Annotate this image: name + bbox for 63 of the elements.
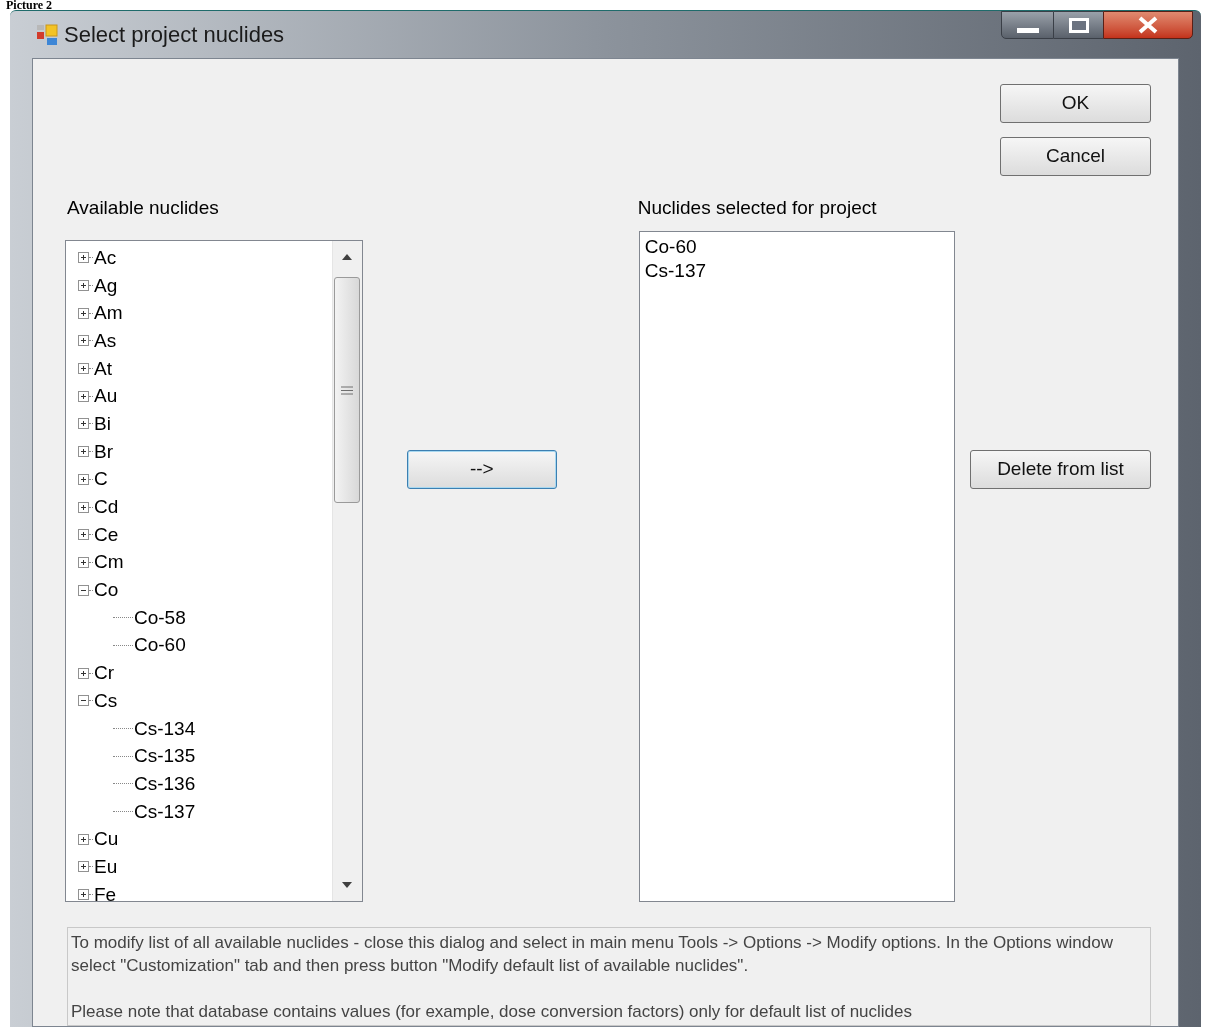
plus-box-icon[interactable] [78,390,89,402]
list-item[interactable]: Cs-137 [644,259,707,283]
plus-box-icon[interactable] [78,529,89,541]
tree-item[interactable]: Fe [93,883,118,901]
plus-box-icon[interactable] [78,363,89,375]
tree-item[interactable]: At [93,357,113,380]
tree-item[interactable]: Cm [93,551,125,574]
tree-item[interactable]: Co-58 [133,606,187,629]
maximize-button[interactable] [1054,11,1103,39]
tree-item[interactable]: Cs-135 [133,745,197,768]
minimize-button[interactable] [1001,11,1054,39]
ok-button[interactable]: OK [1000,84,1151,123]
tree-item[interactable]: Cd [93,496,120,519]
plus-box-icon[interactable] [78,861,89,873]
add-to-list-button[interactable]: --> [406,450,557,489]
app-icon [36,23,60,46]
plus-box-icon[interactable] [78,335,89,347]
plus-box-icon[interactable] [78,418,89,430]
maximize-icon [1068,17,1089,33]
delete-from-list-button[interactable]: Delete from list [970,450,1151,489]
grip-icon [341,385,354,395]
plus-box-icon[interactable] [78,556,89,568]
info-text: Please note that database contains values (for example, dose conversion factors) only for default list of nuclides [71,1001,914,1023]
cancel-button[interactable]: Cancel [1000,137,1151,176]
tree-item[interactable]: Bi [93,412,112,435]
minus-box-icon[interactable] [78,584,89,596]
plus-box-icon[interactable] [78,280,89,292]
tree-item[interactable]: Au [93,385,119,408]
tree-item[interactable]: Cs [93,689,119,712]
picture-caption: Picture 2 [6,0,53,10]
plus-box-icon[interactable] [78,473,89,485]
tree-item[interactable]: Cs-134 [133,717,197,740]
selected-label: Nuclides selected for project [637,196,878,220]
tree-item[interactable]: As [93,329,118,352]
plus-box-icon[interactable] [78,252,89,264]
plus-box-icon[interactable] [78,501,89,513]
info-text: To modify list of all available nuclides - close this dialog and select in main menu Tools -> Options -> Modify options. In the Options window select "Customization" tab and then press button "Modify default list of available nuclides". [71,932,1114,977]
minus-box-icon[interactable] [78,695,89,707]
available-label: Available nuclides [67,196,220,220]
tree-item[interactable]: Cu [93,828,120,851]
plus-box-icon[interactable] [78,833,89,845]
tree-item[interactable]: Br [93,440,114,463]
plus-box-icon[interactable] [78,667,89,679]
tree-item[interactable]: Am [93,302,124,325]
tree-item[interactable]: C [93,468,109,491]
scrollbar-thumb[interactable] [334,277,361,503]
tree-item[interactable]: Co [93,579,120,602]
close-icon [1137,16,1159,34]
plus-box-icon[interactable] [78,307,89,319]
minimize-icon [1016,27,1039,33]
tree-item[interactable]: Eu [93,855,119,878]
plus-box-icon[interactable] [78,446,89,458]
plus-box-icon[interactable] [78,889,89,901]
window-title: Select project nuclides [64,21,285,49]
tree-item[interactable]: Cr [93,662,116,685]
close-button[interactable] [1103,11,1193,39]
tree-item[interactable]: Cs-136 [133,772,197,795]
tree-item[interactable]: Ac [93,246,118,269]
tree-item[interactable]: Cs-137 [133,800,197,823]
tree-item[interactable]: Ce [93,523,120,546]
tree-item[interactable]: Co-60 [133,634,187,657]
tree-item[interactable]: Ag [93,274,119,297]
list-item[interactable]: Co-60 [644,235,697,259]
